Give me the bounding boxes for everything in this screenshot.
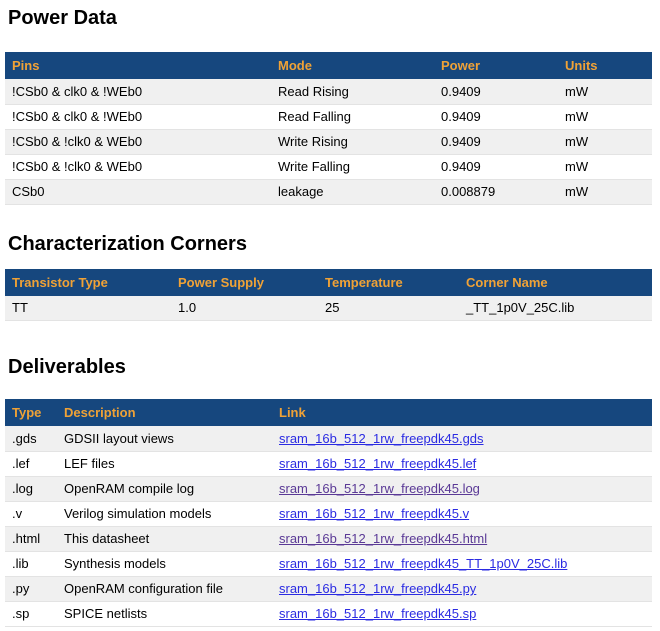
- cell-link: sram_16b_512_1rw_freepdk45.v: [272, 501, 652, 526]
- column-header-mode: Mode: [271, 52, 434, 79]
- cell-link: sram_16b_512_1rw_freepdk45.py: [272, 576, 652, 601]
- power-table-row: CSb0leakage0.008879mW: [5, 179, 652, 204]
- cell-units: mW: [558, 154, 652, 179]
- column-header-power-supply: Power Supply: [171, 269, 318, 296]
- cell-type: .sp: [5, 601, 57, 626]
- cell-units: mW: [558, 179, 652, 204]
- cell-description: Verilog simulation models: [57, 501, 272, 526]
- cell-power: 0.9409: [434, 79, 558, 104]
- cell-power: 0.008879: [434, 179, 558, 204]
- cell-pins: !CSb0 & clk0 & !WEb0: [5, 79, 271, 104]
- cell-type: .gds: [5, 426, 57, 451]
- power-table-row: !CSb0 & !clk0 & WEb0Write Falling0.9409m…: [5, 154, 652, 179]
- cell-pins: !CSb0 & !clk0 & WEb0: [5, 129, 271, 154]
- cell-transistor-type: TT: [5, 296, 171, 321]
- characterization-corners-heading: Characterization Corners: [8, 232, 652, 256]
- deliverable-file-link[interactable]: sram_16b_512_1rw_freepdk45_TT_1p0V_25C.l…: [279, 556, 567, 571]
- deliverables-table-row: .vVerilog simulation models sram_16b_512_…: [5, 501, 652, 526]
- cell-mode: Read Rising: [271, 79, 434, 104]
- column-header-temperature: Temperature: [318, 269, 459, 296]
- deliverable-file-link[interactable]: sram_16b_512_1rw_freepdk45.sp: [279, 606, 476, 621]
- deliverable-file-link[interactable]: sram_16b_512_1rw_freepdk45.py: [279, 581, 476, 596]
- deliverables-table-header-row: Type Description Link: [5, 399, 652, 426]
- deliverables-table-row: .lefLEF files sram_16b_512_1rw_freepdk45.…: [5, 451, 652, 476]
- cell-power: 0.9409: [434, 104, 558, 129]
- power-data-table: Pins Mode Power Units !CSb0 & clk0 & !WE…: [5, 52, 652, 205]
- column-header-type: Type: [5, 399, 57, 426]
- cell-pins: !CSb0 & !clk0 & WEb0: [5, 154, 271, 179]
- cell-description: This datasheet: [57, 526, 272, 551]
- characterization-corners-table: Transistor Type Power Supply Temperature…: [5, 269, 652, 322]
- cell-type: .log: [5, 476, 57, 501]
- cell-type: .lef: [5, 451, 57, 476]
- cell-description: OpenRAM configuration file: [57, 576, 272, 601]
- deliverables-table-row: .libSynthesis models sram_16b_512_1rw_fre…: [5, 551, 652, 576]
- column-header-corner-name: Corner Name: [459, 269, 652, 296]
- cell-power: 0.9409: [434, 129, 558, 154]
- cell-description: LEF files: [57, 451, 272, 476]
- deliverables-heading: Deliverables: [8, 355, 652, 379]
- deliverable-file-link[interactable]: sram_16b_512_1rw_freepdk45.gds: [279, 431, 484, 446]
- power-table-row: !CSb0 & !clk0 & WEb0Write Rising0.9409mW: [5, 129, 652, 154]
- power-table-header-row: Pins Mode Power Units: [5, 52, 652, 79]
- column-header-transistor-type: Transistor Type: [5, 269, 171, 296]
- cell-power: 0.9409: [434, 154, 558, 179]
- cell-type: .py: [5, 576, 57, 601]
- cell-mode: Read Falling: [271, 104, 434, 129]
- column-header-units: Units: [558, 52, 652, 79]
- cell-description: SPICE netlists: [57, 601, 272, 626]
- cell-link: sram_16b_512_1rw_freepdk45.gds: [272, 426, 652, 451]
- deliverables-table-row: .htmlThis datasheet sram_16b_512_1rw_free…: [5, 526, 652, 551]
- deliverable-file-link[interactable]: sram_16b_512_1rw_freepdk45.html: [279, 531, 487, 546]
- cell-corner-name: _TT_1p0V_25C.lib: [459, 296, 652, 321]
- cell-link: sram_16b_512_1rw_freepdk45.log: [272, 476, 652, 501]
- cell-pins: !CSb0 & clk0 & !WEb0: [5, 104, 271, 129]
- cell-mode: Write Falling: [271, 154, 434, 179]
- cell-description: OpenRAM compile log: [57, 476, 272, 501]
- cell-type: .html: [5, 526, 57, 551]
- cell-description: GDSII layout views: [57, 426, 272, 451]
- column-header-description: Description: [57, 399, 272, 426]
- cell-units: mW: [558, 129, 652, 154]
- cell-power-supply: 1.0: [171, 296, 318, 321]
- cell-link: sram_16b_512_1rw_freepdk45_TT_1p0V_25C.l…: [272, 551, 652, 576]
- power-table-row: !CSb0 & clk0 & !WEb0Read Falling0.9409mW: [5, 104, 652, 129]
- cell-link: sram_16b_512_1rw_freepdk45.sp: [272, 601, 652, 626]
- corners-table-header-row: Transistor Type Power Supply Temperature…: [5, 269, 652, 296]
- cell-link: sram_16b_512_1rw_freepdk45.html: [272, 526, 652, 551]
- cell-link: sram_16b_512_1rw_freepdk45.lef: [272, 451, 652, 476]
- deliverable-file-link[interactable]: sram_16b_512_1rw_freepdk45.lef: [279, 456, 476, 471]
- power-table-row: !CSb0 & clk0 & !WEb0Read Rising0.9409mW: [5, 79, 652, 104]
- cell-type: .v: [5, 501, 57, 526]
- corners-table-row: TT1.025_TT_1p0V_25C.lib: [5, 296, 652, 321]
- deliverables-table-row: .spSPICE netlists sram_16b_512_1rw_freepd…: [5, 601, 652, 626]
- deliverable-file-link[interactable]: sram_16b_512_1rw_freepdk45.log: [279, 481, 480, 496]
- cell-mode: Write Rising: [271, 129, 434, 154]
- cell-units: mW: [558, 104, 652, 129]
- deliverables-table-row: .pyOpenRAM configuration file sram_16b_51…: [5, 576, 652, 601]
- cell-units: mW: [558, 79, 652, 104]
- deliverables-table: Type Description Link .gdsGDSII layout v…: [5, 399, 652, 627]
- power-data-heading: Power Data: [8, 6, 652, 30]
- cell-mode: leakage: [271, 179, 434, 204]
- column-header-link: Link: [272, 399, 652, 426]
- deliverables-table-row: .gdsGDSII layout views sram_16b_512_1rw_f…: [5, 426, 652, 451]
- deliverable-file-link[interactable]: sram_16b_512_1rw_freepdk45.v: [279, 506, 469, 521]
- datasheet-page: Power Data Pins Mode Power Units !CSb0 &…: [0, 0, 660, 627]
- cell-temperature: 25: [318, 296, 459, 321]
- cell-pins: CSb0: [5, 179, 271, 204]
- column-header-pins: Pins: [5, 52, 271, 79]
- cell-type: .lib: [5, 551, 57, 576]
- deliverables-table-row: .logOpenRAM compile log sram_16b_512_1rw_…: [5, 476, 652, 501]
- column-header-power: Power: [434, 52, 558, 79]
- cell-description: Synthesis models: [57, 551, 272, 576]
